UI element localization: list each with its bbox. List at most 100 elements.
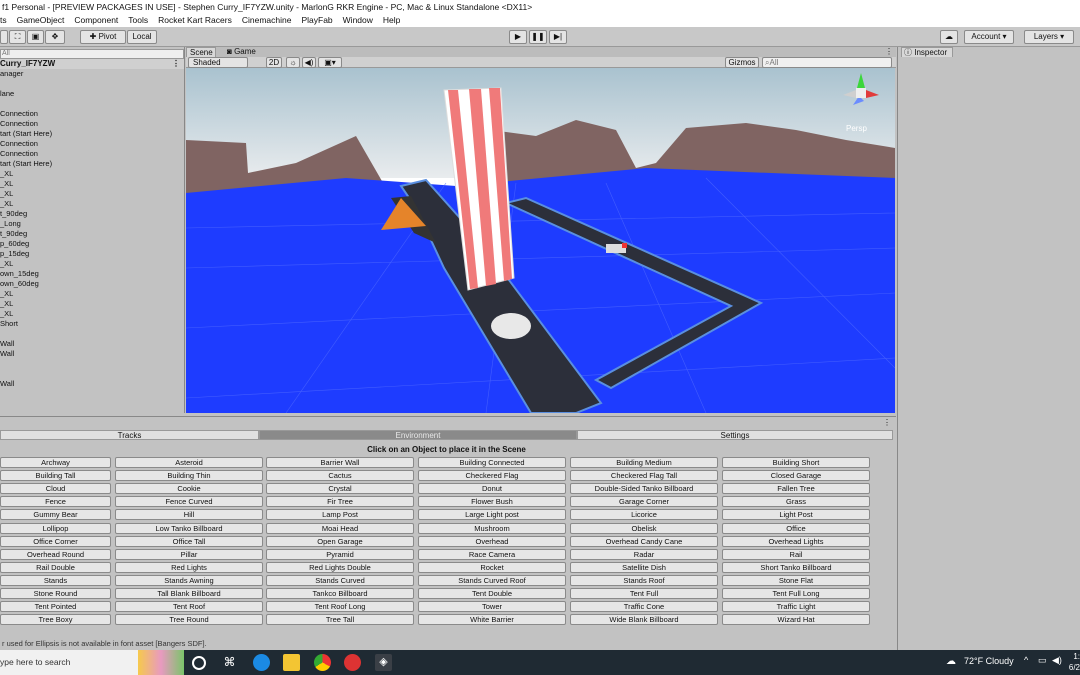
account-dropdown[interactable]: Account ▾	[964, 30, 1014, 44]
lighting-toggle-icon[interactable]: ☼	[286, 57, 300, 68]
object-button-flower-bush[interactable]: Flower Bush	[418, 496, 566, 508]
hierarchy-item[interactable]: _XL	[0, 189, 184, 199]
object-button-gummy-bear[interactable]: Gummy Bear	[0, 509, 111, 521]
object-button-office-tall[interactable]: Office Tall	[115, 535, 263, 547]
object-button-overhead-lights[interactable]: Overhead Lights	[722, 535, 870, 547]
object-button-radar[interactable]: Radar	[570, 548, 718, 560]
object-button-moai-head[interactable]: Moai Head	[266, 522, 414, 534]
task-view-icon[interactable]	[192, 656, 206, 670]
object-button-barrier-wall[interactable]: Barrier Wall	[266, 457, 414, 468]
tab-inspector[interactable]: ⓘ Inspector	[901, 47, 953, 57]
pivot-button[interactable]: ✚ Pivot	[80, 30, 126, 44]
object-button-overhead-round[interactable]: Overhead Round	[0, 548, 111, 560]
object-button-lollipop[interactable]: Lollipop	[0, 522, 111, 534]
pause-button[interactable]: ❚❚	[529, 30, 547, 44]
hierarchy-item[interactable]	[0, 329, 184, 339]
rect-tool-icon[interactable]: ▣	[27, 30, 44, 44]
object-button-building-connected[interactable]: Building Connected	[418, 457, 566, 468]
unity-icon[interactable]: ◈	[375, 654, 392, 671]
hierarchy-item[interactable]: Connection	[0, 139, 184, 149]
object-button-light-post[interactable]: Light Post	[722, 509, 870, 521]
collab-cloud-button[interactable]: ☁	[940, 30, 958, 44]
persp-label[interactable]: Persp	[846, 124, 867, 133]
object-button-stands-roof[interactable]: Stands Roof	[570, 574, 718, 586]
object-button-stands-awning[interactable]: Stands Awning	[115, 574, 263, 586]
scene-menu-icon[interactable]: ⋮	[172, 59, 180, 69]
object-button-tree-tall[interactable]: Tree Tall	[266, 614, 414, 626]
effects-dropdown-icon[interactable]: ▣▾	[318, 57, 342, 68]
object-button-stands[interactable]: Stands	[0, 574, 111, 586]
object-button-hill[interactable]: Hill	[115, 509, 263, 521]
object-button-tall-blank-billboard[interactable]: Tall Blank Billboard	[115, 588, 263, 599]
object-button-open-garage[interactable]: Open Garage	[266, 535, 414, 547]
shading-dropdown[interactable]: Shaded	[188, 57, 248, 68]
object-button-overhead-candy-cane[interactable]: Overhead Candy Cane	[570, 535, 718, 547]
object-button-rocket[interactable]: Rocket	[418, 561, 566, 573]
edge-icon[interactable]	[253, 654, 270, 671]
transform-tool-icon[interactable]: ✥	[45, 30, 65, 44]
hierarchy-search-input[interactable]: All	[0, 49, 184, 59]
hierarchy-item[interactable]: Connection	[0, 109, 184, 119]
tab-game[interactable]: ◙ Game	[224, 47, 260, 57]
object-button-fence-curved[interactable]: Fence Curved	[115, 496, 263, 508]
object-button-mushroom[interactable]: Mushroom	[418, 522, 566, 534]
tab-scene[interactable]: Scene	[186, 47, 216, 57]
object-button-checkered-flag[interactable]: Checkered Flag	[418, 470, 566, 482]
gizmos-dropdown[interactable]: Gizmos ▾	[725, 57, 759, 76]
menu-item-playfab[interactable]: PlayFab	[301, 14, 332, 27]
menu-item-cinemachine[interactable]: Cinemachine	[242, 14, 292, 27]
hierarchy-item[interactable]: Wall	[0, 339, 184, 349]
hierarchy-item[interactable]: own_60deg	[0, 279, 184, 289]
hierarchy-item[interactable]: tart (Start Here)	[0, 159, 184, 169]
chrome-icon[interactable]	[314, 654, 331, 671]
menu-item-rocket-kart-racers[interactable]: Rocket Kart Racers	[158, 14, 232, 27]
hierarchy-item[interactable]: p_60deg	[0, 239, 184, 249]
scene-viewport[interactable]: Persp	[186, 68, 895, 413]
hierarchy-scene-header[interactable]: Curry_IF7YZW ⋮	[0, 59, 184, 69]
object-button-grass[interactable]: Grass	[722, 496, 870, 508]
object-button-building-medium[interactable]: Building Medium	[570, 457, 718, 468]
object-button-rail[interactable]: Rail	[722, 548, 870, 560]
hierarchy-item[interactable]: own_15deg	[0, 269, 184, 279]
object-button-building-thin[interactable]: Building Thin	[115, 470, 263, 482]
hierarchy-item[interactable]: t_90deg	[0, 229, 184, 239]
play-button[interactable]: ▶	[509, 30, 527, 44]
object-button-cookie[interactable]: Cookie	[115, 483, 263, 495]
object-button-fence[interactable]: Fence	[0, 496, 111, 508]
object-button-checkered-flag-tall[interactable]: Checkered Flag Tall	[570, 470, 718, 482]
hierarchy-item[interactable]: _XL	[0, 289, 184, 299]
object-button-closed-garage[interactable]: Closed Garage	[722, 470, 870, 482]
hierarchy-item[interactable]: _XL	[0, 179, 184, 189]
hand-tool-icon[interactable]	[0, 30, 8, 44]
hierarchy-item[interactable]: anager	[0, 69, 184, 79]
network-icon[interactable]: ▭	[1038, 655, 1047, 666]
object-button-tree-boxy[interactable]: Tree Boxy	[0, 614, 111, 626]
object-button-double-sided-tanko-billboard[interactable]: Double-Sided Tanko Billboard	[570, 483, 718, 495]
hierarchy-item[interactable]	[0, 369, 184, 379]
object-button-office[interactable]: Office	[722, 522, 870, 534]
panel-menu-icon[interactable]: ⋮	[883, 418, 891, 427]
hierarchy-item[interactable]: _XL	[0, 309, 184, 319]
object-button-asteroid[interactable]: Asteroid	[115, 457, 263, 468]
object-button-tent-double[interactable]: Tent Double	[418, 588, 566, 599]
object-button-tent-full[interactable]: Tent Full	[570, 588, 718, 599]
widgets-icon[interactable]: ⌘	[221, 654, 238, 671]
hierarchy-item[interactable]: lane	[0, 89, 184, 99]
object-button-stands-curved-roof[interactable]: Stands Curved Roof	[418, 574, 566, 586]
tab-settings[interactable]: Settings	[577, 430, 893, 440]
hierarchy-item[interactable]: tart (Start Here)	[0, 129, 184, 139]
scene-tab-menu-icon[interactable]: ⋮	[882, 47, 896, 57]
hierarchy-item[interactable]: Wall	[0, 379, 184, 389]
object-button-tower[interactable]: Tower	[418, 601, 566, 613]
menu-item-tools-partial[interactable]: ts	[0, 14, 7, 27]
hierarchy-item[interactable]: t_90deg	[0, 209, 184, 219]
object-button-overhead[interactable]: Overhead	[418, 535, 566, 547]
object-button-satellite-dish[interactable]: Satellite Dish	[570, 561, 718, 573]
volume-icon[interactable]: ◀)	[1052, 655, 1062, 666]
hierarchy-item[interactable]	[0, 79, 184, 89]
object-button-traffic-cone[interactable]: Traffic Cone	[570, 601, 718, 613]
object-button-wide-blank-billboard[interactable]: Wide Blank Billboard	[570, 614, 718, 626]
menu-item-tools[interactable]: Tools	[128, 14, 148, 27]
tray-chevron-icon[interactable]: ^	[1024, 655, 1028, 665]
scene-search-input[interactable]: ⌕All	[762, 57, 892, 68]
